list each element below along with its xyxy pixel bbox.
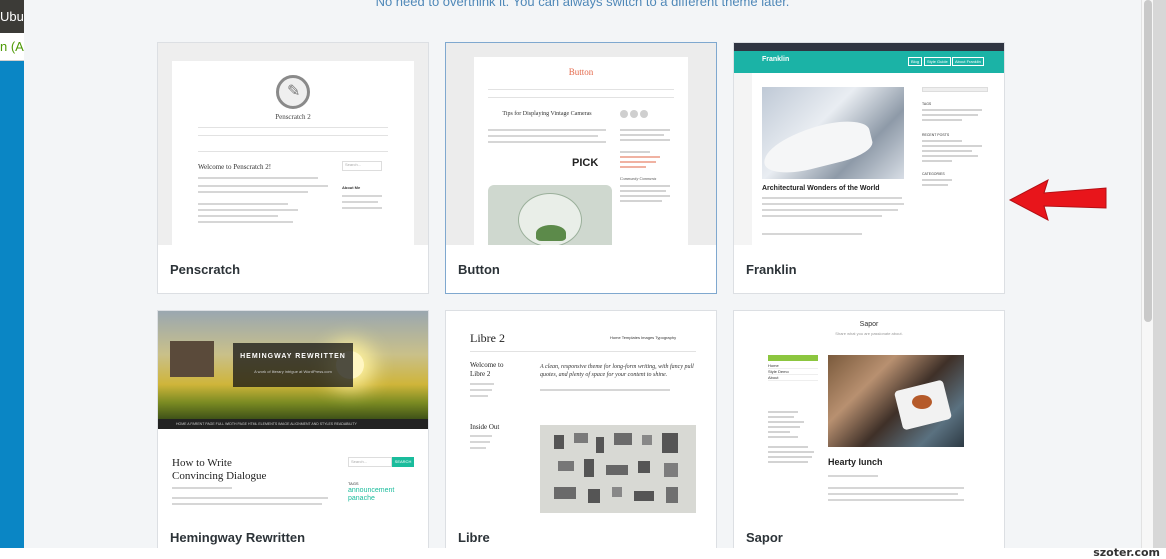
architecture-image [758, 87, 904, 180]
terrarium-image [488, 185, 612, 245]
window-edge [1153, 0, 1166, 548]
field-sunrise-image: HEMINGWAY REWRITTEN A work of literary i… [158, 311, 428, 419]
theme-card-franklin[interactable]: Franklin Blog Style Guide About Franklin… [733, 42, 1005, 294]
theme-card-penscratch[interactable]: ✎ Penscratch 2 Welcome to Penscratch 2! … [157, 42, 429, 294]
watermark: szoter.com [1093, 546, 1160, 559]
scrollbar-thumb[interactable] [1144, 0, 1152, 322]
social-circle-icon [630, 110, 638, 118]
social-circle-icon [620, 110, 628, 118]
theme-card-libre[interactable]: Libre 2 Home Templates Images Typography… [445, 310, 717, 550]
left-window-title: Ubur [0, 0, 24, 33]
theme-preview-sapor: Sapor Share what you are passionate abou… [734, 311, 1004, 513]
theme-preview-hemingway: HEMINGWAY REWRITTEN A work of literary i… [158, 311, 428, 513]
food-table-image [828, 355, 964, 447]
theme-card-button[interactable]: Button Tips for Displaying Vintage Camer… [445, 42, 717, 294]
vertical-scrollbar[interactable] [1141, 0, 1153, 548]
theme-name: Button [458, 262, 500, 277]
left-window-tab[interactable]: n (Au [0, 33, 24, 61]
pencil-icon: ✎ [276, 75, 310, 109]
red-arrow-annotation [1008, 178, 1107, 221]
theme-card-hemingway-rewritten[interactable]: HEMINGWAY REWRITTEN A work of literary i… [157, 310, 429, 550]
theme-preview-penscratch: ✎ Penscratch 2 Welcome to Penscratch 2! … [158, 43, 428, 245]
theme-hint-text: No need to overthink it. You can always … [375, 0, 790, 9]
theme-name: Franklin [746, 262, 797, 277]
left-window-strip: Ubur n (Au [0, 0, 24, 559]
theme-name: Penscratch [170, 262, 241, 277]
theme-card-sapor[interactable]: Sapor Share what you are passionate abou… [733, 310, 1005, 550]
theme-name: Sapor [746, 530, 783, 545]
pick-overlay-label: PICK [572, 157, 599, 169]
social-circle-icon [640, 110, 648, 118]
theme-name: Hemingway Rewritten [170, 530, 306, 545]
theme-preview-libre: Libre 2 Home Templates Images Typography… [446, 311, 716, 513]
theme-name: Libre [458, 530, 490, 545]
theme-preview-franklin: Franklin Blog Style Guide About Franklin… [734, 43, 1004, 245]
theme-preview-button: Button Tips for Displaying Vintage Camer… [446, 43, 716, 245]
flatlay-objects-image [540, 425, 696, 513]
